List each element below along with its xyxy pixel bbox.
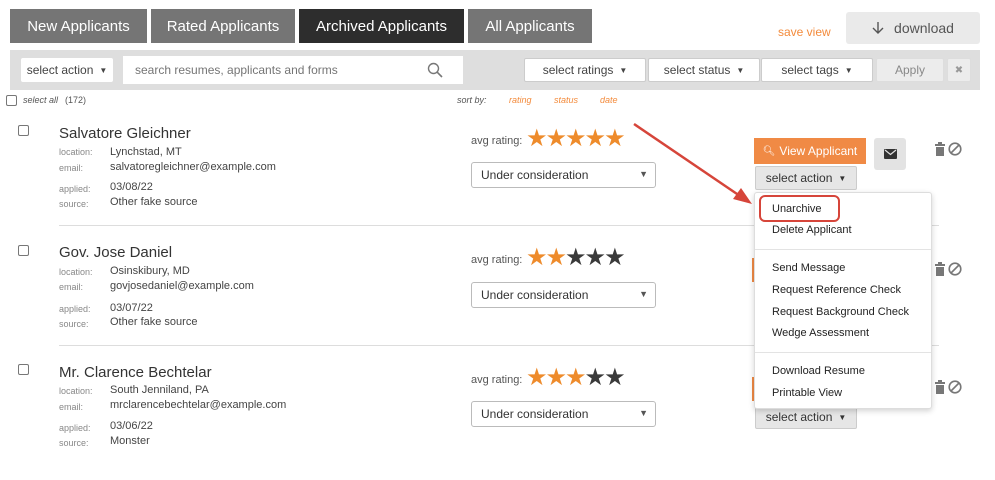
annotation-arrow <box>633 122 752 204</box>
